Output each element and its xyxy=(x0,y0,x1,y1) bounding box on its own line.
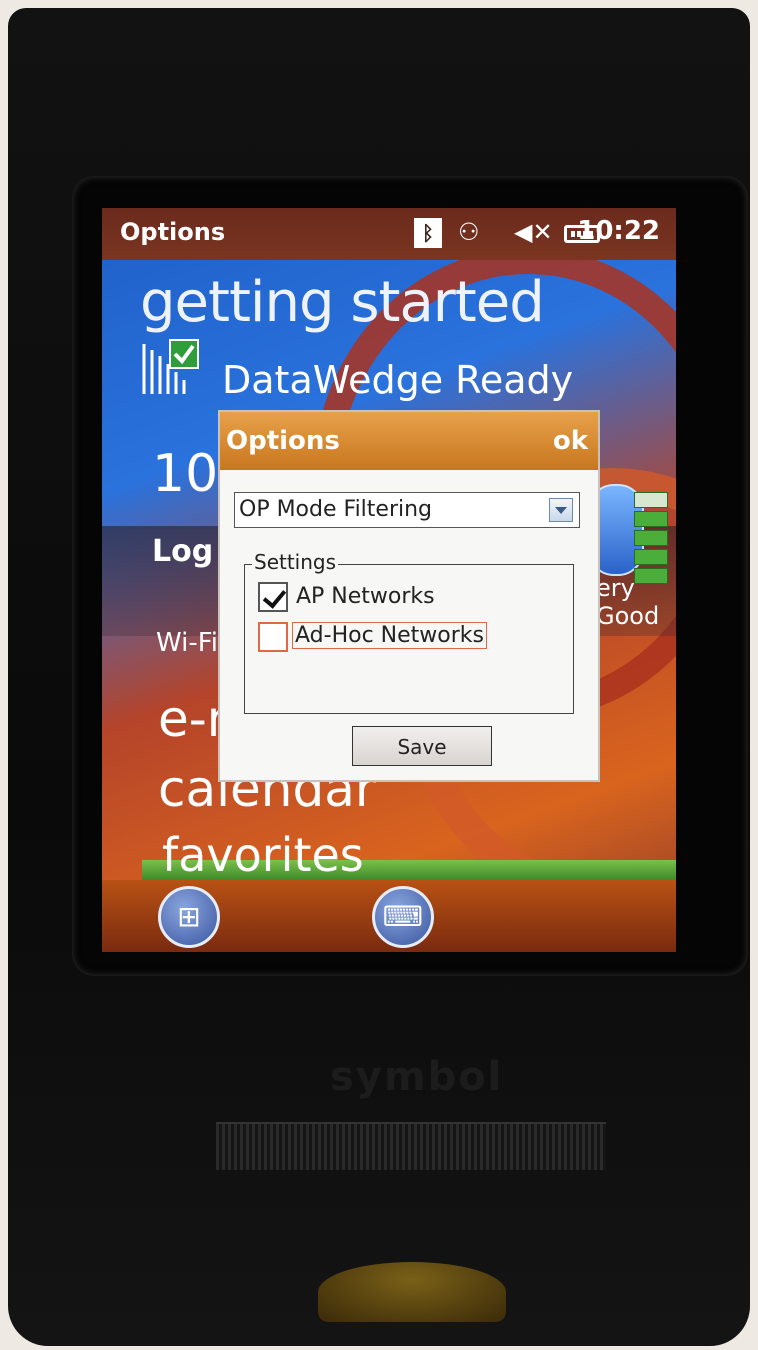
adhoc-networks-checkbox[interactable] xyxy=(258,622,288,652)
battery-status-text: ery Good xyxy=(596,574,660,630)
dialog-header: Options ok xyxy=(220,412,598,470)
device-screen: Options ᛒ ⚇ ◀✕ 10:22 getting started Dat… xyxy=(102,208,676,952)
datawedge-icon xyxy=(142,339,199,394)
soft-key-bar: ⊞ ⌨ xyxy=(102,880,676,952)
adhoc-networks-label[interactable]: Ad-Hoc Networks xyxy=(292,622,487,649)
scan-trigger-button[interactable] xyxy=(318,1262,506,1322)
windows-logo-icon: ⊞ xyxy=(177,900,201,933)
getting-started-item[interactable]: getting started xyxy=(140,270,545,335)
keyboard-button[interactable]: ⌨ xyxy=(372,886,434,948)
wifi-item[interactable]: Wi-Fi: xyxy=(156,628,227,658)
sync-icon[interactable]: ⚇ xyxy=(458,218,480,250)
status-bar-title: Options xyxy=(120,218,226,246)
dialog-title: Options xyxy=(226,426,340,456)
device-brand-logo: symbol xyxy=(330,1054,504,1100)
log-item[interactable]: Log xyxy=(152,534,213,569)
speaker-grille xyxy=(216,1122,606,1170)
ap-networks-checkbox[interactable] xyxy=(258,582,288,612)
clock[interactable]: 10:22 xyxy=(577,216,660,246)
ok-button[interactable]: ok xyxy=(553,426,588,456)
ap-networks-label[interactable]: AP Networks xyxy=(296,584,435,609)
start-button[interactable]: ⊞ xyxy=(158,886,220,948)
battery-level-icon xyxy=(634,492,668,587)
options-dialog: Options ok OP Mode Filtering Settings AP… xyxy=(218,410,600,782)
mode-select[interactable]: OP Mode Filtering xyxy=(234,492,580,528)
chevron-down-icon[interactable] xyxy=(549,498,573,522)
speaker-muted-icon[interactable]: ◀✕ xyxy=(514,218,553,250)
save-button[interactable]: Save xyxy=(352,726,492,766)
favorites-item[interactable]: favorites xyxy=(162,828,364,882)
datawedge-status[interactable]: DataWedge Ready xyxy=(222,358,573,402)
bluetooth-icon[interactable]: ᛒ xyxy=(414,218,442,248)
mode-select-value: OP Mode Filtering xyxy=(239,497,433,522)
status-bar: Options ᛒ ⚇ ◀✕ 10:22 xyxy=(102,208,676,260)
settings-group-label: Settings xyxy=(252,550,339,574)
keyboard-icon: ⌨ xyxy=(382,900,424,933)
